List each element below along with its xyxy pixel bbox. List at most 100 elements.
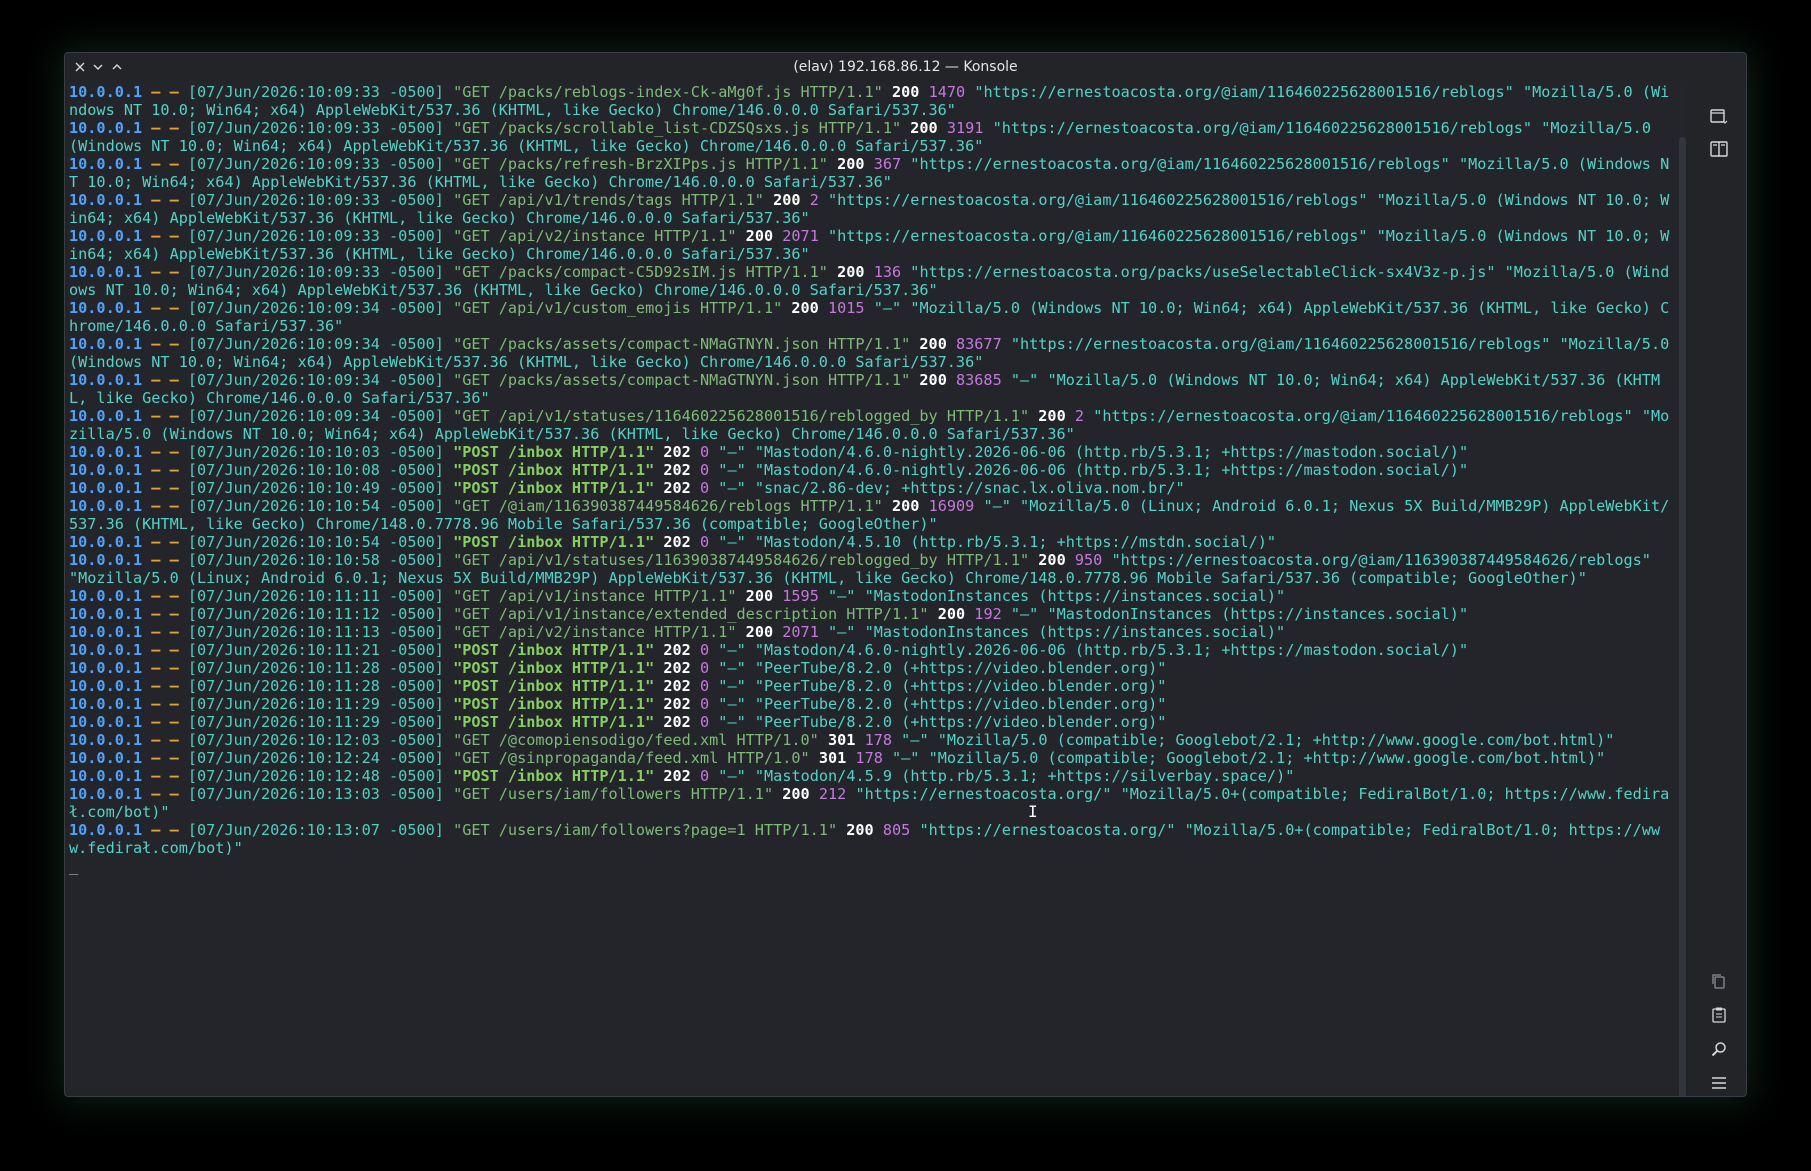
log-ip: 10.0.0.1 [69,695,143,713]
text-cursor-icon: I [1028,802,1038,821]
log-timestamp: [07/Jun/2026:10:09:34 -0500] [187,371,444,389]
log-referrer: "https://ernestoacosta.org/" [919,821,1176,839]
log-ip: 10.0.0.1 [69,119,143,137]
log-line: 10.0.0.1 – – [07/Jun/2026:10:11:28 -0500… [69,677,1677,695]
log-size: 0 [699,533,710,551]
terminal-output[interactable]: 10.0.0.1 – – [07/Jun/2026:10:09:33 -0500… [69,81,1677,1089]
log-timestamp: [07/Jun/2026:10:10:58 -0500] [187,551,444,569]
log-separator: – – [142,551,188,569]
log-timestamp: [07/Jun/2026:10:09:33 -0500] [187,227,444,245]
log-status: 202 [663,641,691,659]
log-timestamp: [07/Jun/2026:10:10:54 -0500] [187,533,444,551]
konsole-window: (elav) 192.168.86.12 — Konsole 10.0.0.1 … [64,52,1747,1097]
log-request: "GET /api/v2/instance HTTP/1.1" [453,623,737,641]
log-referrer: "–" [892,749,920,767]
log-line: 10.0.0.1 – – [07/Jun/2026:10:13:07 -0500… [69,821,1677,857]
log-ip: 10.0.0.1 [69,785,143,803]
log-separator: – – [142,83,188,101]
log-ip: 10.0.0.1 [69,227,143,245]
log-status: 202 [663,695,691,713]
log-referrer: "–" [718,767,746,785]
log-line: 10.0.0.1 – – [07/Jun/2026:10:09:34 -0500… [69,299,1677,335]
log-timestamp: [07/Jun/2026:10:09:33 -0500] [187,155,444,173]
copy-button[interactable] [1707,969,1731,993]
log-status: 200 [1038,551,1066,569]
log-line: 10.0.0.1 – – [07/Jun/2026:10:09:33 -0500… [69,263,1677,299]
search-icon [1711,1042,1726,1057]
log-size: 2071 [782,623,819,641]
log-ip: 10.0.0.1 [69,479,143,497]
log-size: 83685 [956,371,1002,389]
log-line: 10.0.0.1 – – [07/Jun/2026:10:09:33 -0500… [69,119,1677,155]
log-referrer: "https://ernestoacosta.org/@iam/11646022… [1010,335,1551,353]
log-size: 2 [1074,407,1085,425]
log-status: 202 [663,767,691,785]
split-view-button[interactable] [1707,137,1731,161]
log-referrer: "–" [828,587,856,605]
log-user-agent: "PeerTube/8.2.0 (+https://video.blender.… [754,659,1167,677]
log-user-agent: "Mastodon/4.5.9 (http.rb/5.3.1; +https:/… [754,767,1295,785]
log-user-agent: "Mozilla/5.0 (compatible; Googlebot/2.1;… [928,749,1606,767]
log-line: 10.0.0.1 – – [07/Jun/2026:10:10:08 -0500… [69,461,1677,479]
log-size: 136 [873,263,902,281]
scrollbar-thumb[interactable] [1679,137,1686,1096]
log-size: 1595 [782,587,819,605]
log-request: "GET /@comopiensodigo/feed.xml HTTP/1.0" [453,731,819,749]
log-status: 301 [818,749,847,767]
log-timestamp: [07/Jun/2026:10:12:03 -0500] [187,731,444,749]
log-request: "POST /inbox HTTP/1.1" [453,443,655,461]
log-user-agent: "MastodonInstances (https://instances.so… [1047,605,1469,623]
log-request: "POST /inbox HTTP/1.1" [453,767,655,785]
log-user-agent: "PeerTube/8.2.0 (+https://video.blender.… [754,677,1167,695]
log-status: 200 [791,299,819,317]
log-separator: – – [142,713,188,731]
log-ip: 10.0.0.1 [69,605,143,623]
log-timestamp: [07/Jun/2026:10:11:28 -0500] [187,659,444,677]
log-timestamp: [07/Jun/2026:10:11:12 -0500] [187,605,444,623]
log-line: 10.0.0.1 – – [07/Jun/2026:10:09:34 -0500… [69,371,1677,407]
log-line: 10.0.0.1 – – [07/Jun/2026:10:10:49 -0500… [69,479,1677,497]
new-tab-button[interactable] [1707,104,1731,128]
log-size: 0 [699,479,710,497]
log-size: 1470 [928,83,966,101]
log-request: "GET /users/iam/followers?page=1 HTTP/1.… [453,821,838,839]
log-ip: 10.0.0.1 [69,731,143,749]
log-line: 10.0.0.1 – – [07/Jun/2026:10:13:03 -0500… [69,785,1677,821]
split-view-icon [1710,141,1728,157]
log-size: 16909 [928,497,975,515]
log-timestamp: [07/Jun/2026:10:09:33 -0500] [187,119,444,137]
log-request: "POST /inbox HTTP/1.1" [453,461,655,479]
log-timestamp: [07/Jun/2026:10:11:21 -0500] [187,641,444,659]
log-timestamp: [07/Jun/2026:10:12:24 -0500] [187,749,444,767]
log-referrer: "https://ernestoacosta.org/@iam/11646022… [974,83,1514,101]
log-ip: 10.0.0.1 [69,677,143,695]
log-size: 192 [974,605,1002,623]
log-line: 10.0.0.1 – – [07/Jun/2026:10:12:03 -0500… [69,731,1677,749]
log-timestamp: [07/Jun/2026:10:11:13 -0500] [187,623,444,641]
paste-button[interactable] [1707,1003,1731,1027]
log-ip: 10.0.0.1 [69,551,143,569]
log-line: 10.0.0.1 – – [07/Jun/2026:10:09:33 -0500… [69,155,1677,191]
log-line: 10.0.0.1 – – [07/Jun/2026:10:10:03 -0500… [69,443,1677,461]
log-size: 2071 [782,227,819,245]
log-request: "POST /inbox HTTP/1.1" [453,533,655,551]
main-menu-button[interactable] [1707,1071,1731,1095]
log-output: 10.0.0.1 – – [07/Jun/2026:10:09:33 -0500… [69,83,1677,875]
log-user-agent: "Mozilla/5.0 (compatible; Googlebot/2.1;… [937,731,1615,749]
log-line: 10.0.0.1 – – [07/Jun/2026:10:10:54 -0500… [69,533,1677,551]
log-separator: – – [142,623,188,641]
log-request: "GET /api/v1/trends/tags HTTP/1.1" [453,191,764,209]
log-size: 0 [699,641,710,659]
title-bar[interactable]: (elav) 192.168.86.12 — Konsole [65,53,1746,81]
log-timestamp: [07/Jun/2026:10:11:28 -0500] [187,677,444,695]
log-user-agent: "Mastodon/4.5.10 (http.rb/5.3.1; +https:… [754,533,1277,551]
log-referrer: "https://ernestoacosta.org/@iam/11646022… [910,155,1450,173]
log-size: 0 [699,443,710,461]
find-button[interactable] [1707,1037,1731,1061]
log-ip: 10.0.0.1 [69,371,143,389]
log-separator: – – [142,497,188,515]
log-timestamp: [07/Jun/2026:10:10:03 -0500] [187,443,444,461]
log-line: 10.0.0.1 – – [07/Jun/2026:10:11:28 -0500… [69,659,1677,677]
log-status: 200 [919,371,947,389]
log-ip: 10.0.0.1 [69,335,143,353]
